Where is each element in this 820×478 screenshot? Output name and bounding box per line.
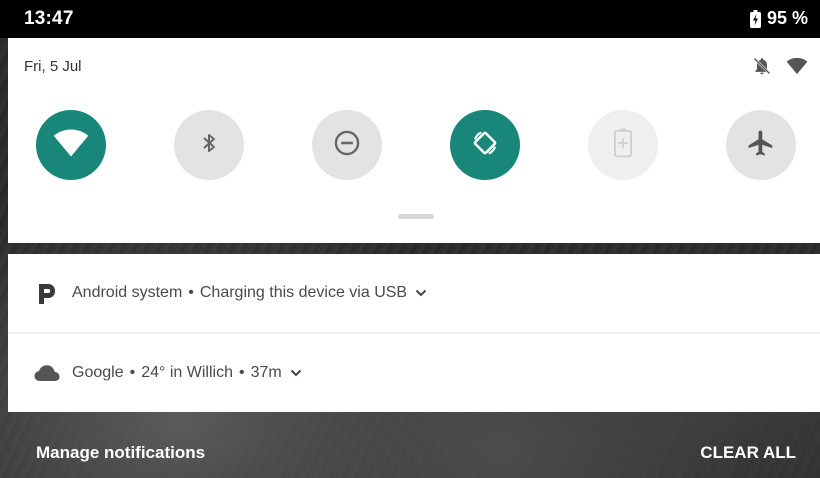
auto-rotate-icon — [470, 128, 500, 163]
notification-text: 24° in Willich — [141, 364, 233, 381]
notifications-off-icon — [752, 56, 772, 81]
do-not-disturb-icon — [333, 129, 361, 162]
bluetooth-tile[interactable] — [174, 110, 244, 180]
notification-text: Charging this device via USB — [199, 284, 408, 301]
notification-separator: • — [238, 364, 245, 381]
quick-settings-tiles — [8, 110, 820, 180]
chevron-down-icon[interactable] — [290, 369, 302, 377]
notification-app-name: Google — [72, 364, 124, 381]
status-time: 13:47 — [24, 8, 74, 29]
notification-separator: • — [188, 284, 194, 301]
notification-app-name: Android system — [72, 284, 183, 301]
status-bar: 13:47 95 % — [0, 0, 820, 38]
auto-rotate-tile[interactable] — [450, 110, 520, 180]
chevron-down-icon[interactable] — [415, 289, 427, 297]
airplane-mode-tile[interactable] — [726, 110, 796, 180]
airplane-mode-icon — [746, 128, 776, 163]
cloud-icon — [34, 364, 60, 382]
wifi-icon — [786, 57, 808, 80]
quick-settings-header-icons — [752, 56, 808, 81]
bluetooth-icon — [197, 130, 221, 161]
battery-charging-icon — [749, 9, 761, 28]
notification-separator: • — [129, 364, 136, 381]
status-right-group: 95 % — [749, 8, 808, 29]
battery-saver-tile[interactable] — [588, 110, 658, 180]
wifi-icon — [53, 128, 89, 163]
wifi-tile[interactable] — [36, 110, 106, 180]
clear-all-button[interactable]: CLEAR ALL — [700, 443, 796, 463]
do-not-disturb-tile[interactable] — [312, 110, 382, 180]
expand-handle[interactable] — [398, 214, 434, 219]
quick-settings-panel: Fri, 5 Jul — [8, 38, 820, 243]
date-label: Fri, 5 Jul — [24, 58, 82, 75]
notification-android-system[interactable]: Android system • Charging this device vi… — [8, 254, 820, 332]
battery-percent: 95 % — [766, 8, 808, 28]
notification-time: 37m — [250, 364, 282, 381]
battery-saver-icon — [613, 128, 633, 163]
notification-google-weather[interactable]: Google • 24° in Willich • 37m — [8, 334, 820, 412]
manage-notifications-button[interactable]: Manage notifications — [36, 443, 205, 463]
android-system-icon — [34, 281, 60, 305]
